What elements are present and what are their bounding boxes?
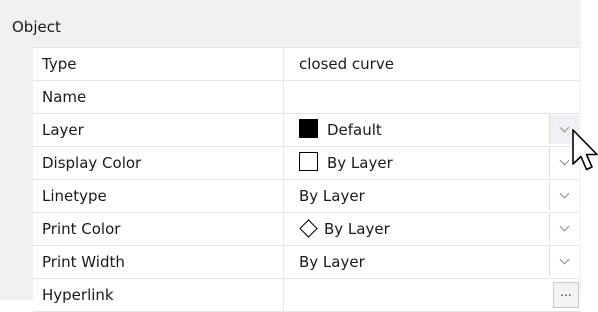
chevron-down-icon	[559, 122, 570, 133]
empty-swatch-icon	[299, 152, 318, 171]
property-value-text: By Layer	[324, 220, 390, 238]
property-value-text: By Layer	[299, 187, 365, 205]
linetype-select[interactable]: By Layer	[285, 180, 580, 212]
arrow-cursor-icon	[572, 129, 598, 171]
property-row-hyperlink[interactable]: Hyperlink ...	[33, 279, 580, 312]
chevron-down-icon	[559, 188, 570, 199]
section-header-object[interactable]: Object	[0, 12, 61, 42]
hyperlink-browse-button[interactable]: ...	[553, 282, 579, 308]
property-row-print-color[interactable]: Print Color By Layer	[33, 213, 580, 246]
property-label: Type	[33, 48, 284, 80]
property-grid: Type closed curve Name Layer Default Dis…	[33, 47, 580, 312]
black-swatch-icon	[299, 119, 318, 138]
chevron-down-icon	[559, 155, 570, 166]
section-title: Object	[12, 18, 61, 36]
property-value-type: closed curve	[285, 48, 580, 80]
chevron-down-icon	[559, 221, 570, 232]
print-width-dropdown-button[interactable]	[549, 247, 579, 276]
display-color-select[interactable]: By Layer	[285, 147, 580, 179]
print-color-select[interactable]: By Layer	[285, 213, 580, 245]
property-value-text: By Layer	[327, 154, 393, 172]
property-row-print-width[interactable]: Print Width By Layer	[33, 246, 580, 279]
property-label: Print Width	[33, 246, 284, 278]
property-label: Print Color	[33, 213, 284, 245]
chevron-down-icon	[559, 254, 570, 265]
diamond-icon	[299, 219, 318, 238]
property-value-text: closed curve	[299, 55, 394, 73]
property-value-text: Default	[327, 121, 382, 139]
property-row-display-color[interactable]: Display Color By Layer	[33, 147, 580, 180]
linetype-dropdown-button[interactable]	[549, 181, 579, 210]
property-label: Layer	[33, 114, 284, 146]
properties-panel: Object Type closed curve Name Layer Defa…	[0, 0, 581, 312]
layer-select[interactable]: Default	[285, 114, 580, 146]
property-row-linetype[interactable]: Linetype By Layer	[33, 180, 580, 213]
property-label: Hyperlink	[33, 279, 284, 311]
hyperlink-field[interactable]: ...	[285, 279, 580, 311]
property-label: Display Color	[33, 147, 284, 179]
property-label: Linetype	[33, 180, 284, 212]
property-label: Name	[33, 81, 284, 113]
property-row-name[interactable]: Name	[33, 81, 580, 114]
print-color-dropdown-button[interactable]	[549, 214, 579, 243]
property-value-text: By Layer	[299, 253, 365, 271]
name-field[interactable]	[285, 81, 580, 113]
property-row-type[interactable]: Type closed curve	[33, 48, 580, 81]
print-width-select[interactable]: By Layer	[285, 246, 580, 278]
property-row-layer[interactable]: Layer Default	[33, 114, 580, 147]
